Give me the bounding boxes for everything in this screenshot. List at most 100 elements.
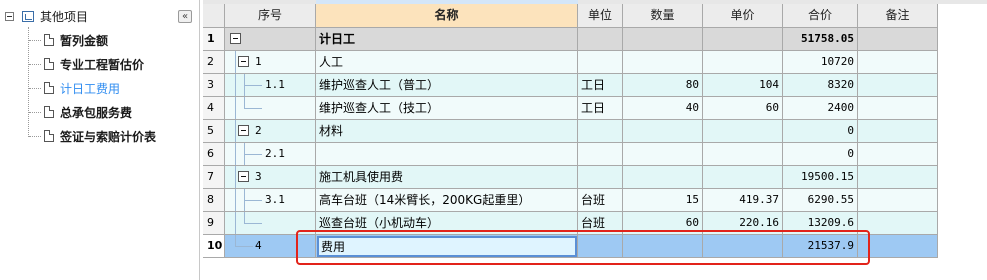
seq-cell[interactable] bbox=[225, 97, 316, 120]
total-cell[interactable]: 6290.55 bbox=[783, 189, 858, 212]
tree-item-provisional-sum[interactable]: 暂列金额 bbox=[44, 31, 108, 51]
unit-cell[interactable]: 工日 bbox=[578, 97, 623, 120]
remark-cell[interactable] bbox=[858, 166, 938, 189]
row-number-cell: 1 bbox=[203, 28, 225, 51]
row-number-cell-text: 1 bbox=[207, 32, 215, 45]
total-cell-text: 10720 bbox=[820, 55, 854, 68]
total-cell[interactable]: 2400 bbox=[783, 97, 858, 120]
remark-cell[interactable] bbox=[858, 120, 938, 143]
seq-cell[interactable]: 2 bbox=[225, 120, 316, 143]
collapse-row-icon[interactable] bbox=[238, 125, 249, 136]
unit-price-cell[interactable] bbox=[703, 143, 783, 166]
row-number-cell: 8 bbox=[203, 189, 225, 212]
document-icon bbox=[44, 82, 54, 94]
seq-cell[interactable]: 1.1 bbox=[225, 74, 316, 97]
seq-cell[interactable] bbox=[225, 28, 316, 51]
column-header-name[interactable]: 名称 bbox=[316, 4, 578, 28]
quantity-cell[interactable] bbox=[623, 28, 703, 51]
name-cell-text: 人工 bbox=[319, 55, 344, 69]
quantity-cell[interactable]: 40 bbox=[623, 97, 703, 120]
tree-item-specialty-estimate[interactable]: 专业工程暂估价 bbox=[44, 55, 144, 75]
unit-price-cell[interactable]: 104 bbox=[703, 74, 783, 97]
collapse-row-icon[interactable] bbox=[238, 171, 249, 182]
unit-price-cell[interactable] bbox=[703, 120, 783, 143]
column-header-unit[interactable]: 单位 bbox=[578, 4, 623, 28]
column-header-seq[interactable]: 序号 bbox=[225, 4, 316, 28]
quantity-cell-text: 80 bbox=[685, 78, 699, 91]
tree-connector bbox=[29, 64, 41, 65]
seq-cell[interactable]: 3 bbox=[225, 166, 316, 189]
total-cell[interactable]: 0 bbox=[783, 120, 858, 143]
unit-price-cell[interactable] bbox=[703, 51, 783, 74]
tree-connector bbox=[28, 27, 29, 137]
tree-item-daywork[interactable]: 计日工费用 bbox=[44, 79, 120, 99]
seq-cell[interactable]: 1 bbox=[225, 51, 316, 74]
row-number-cell: 3 bbox=[203, 74, 225, 97]
name-cell[interactable]: 计日工 bbox=[316, 28, 578, 51]
seq-cell[interactable]: 3.1 bbox=[225, 189, 316, 212]
row-number-cell-text: 5 bbox=[207, 124, 214, 137]
unit-cell[interactable] bbox=[578, 143, 623, 166]
unit-cell[interactable] bbox=[578, 120, 623, 143]
unit-cell[interactable] bbox=[578, 28, 623, 51]
name-cell[interactable]: 维护巡查人工（技工） bbox=[316, 97, 578, 120]
tree-connector bbox=[235, 97, 236, 119]
remark-cell[interactable] bbox=[858, 235, 938, 258]
remark-cell[interactable] bbox=[858, 212, 938, 235]
tree-connector bbox=[235, 246, 253, 247]
seq-cell[interactable]: 2.1 bbox=[225, 143, 316, 166]
column-header-remark[interactable]: 备注 bbox=[858, 4, 938, 28]
quantity-cell[interactable]: 80 bbox=[623, 74, 703, 97]
unit-cell[interactable] bbox=[578, 51, 623, 74]
total-cell[interactable]: 0 bbox=[783, 143, 858, 166]
seq-cell-text: 1 bbox=[255, 55, 262, 68]
quantity-cell[interactable] bbox=[623, 166, 703, 189]
remark-cell[interactable] bbox=[858, 74, 938, 97]
tree-connector bbox=[244, 154, 262, 155]
unit-price-cell[interactable]: 419.37 bbox=[703, 189, 783, 212]
unit-cell-text: 工日 bbox=[581, 101, 606, 115]
row-number-cell-text: 10 bbox=[207, 239, 223, 252]
tree-root-row[interactable]: 其他项目 bbox=[0, 7, 199, 27]
unit-cell[interactable]: 工日 bbox=[578, 74, 623, 97]
name-cell[interactable]: 施工机具使用费 bbox=[316, 166, 578, 189]
collapse-row-icon[interactable] bbox=[230, 33, 241, 44]
quantity-cell[interactable] bbox=[623, 143, 703, 166]
collapse-panel-button[interactable]: « bbox=[178, 10, 192, 23]
quantity-cell[interactable] bbox=[623, 120, 703, 143]
name-cell[interactable] bbox=[316, 143, 578, 166]
remark-cell[interactable] bbox=[858, 97, 938, 120]
total-cell[interactable]: 8320 bbox=[783, 74, 858, 97]
name-cell[interactable]: 人工 bbox=[316, 51, 578, 74]
remark-cell[interactable] bbox=[858, 51, 938, 74]
tree-item-label: 暂列金额 bbox=[60, 34, 109, 48]
remark-cell[interactable] bbox=[858, 189, 938, 212]
project-tree-panel: 其他项目 « 暂列金额 专业工程暂估价 计日工费用 总承包服务费 签证与索赔计价… bbox=[0, 0, 200, 280]
unit-price-cell-text: 104 bbox=[759, 78, 779, 91]
remark-cell[interactable] bbox=[858, 28, 938, 51]
name-cell[interactable]: 维护巡查人工（普工） bbox=[316, 74, 578, 97]
column-header-unit-price[interactable]: 单价 bbox=[703, 4, 783, 28]
tree-item-general-contract-fee[interactable]: 总承包服务费 bbox=[44, 103, 132, 123]
collapse-tree-icon[interactable] bbox=[5, 12, 14, 21]
total-cell[interactable]: 10720 bbox=[783, 51, 858, 74]
remark-cell[interactable] bbox=[858, 143, 938, 166]
unit-price-cell[interactable] bbox=[703, 166, 783, 189]
unit-cell[interactable]: 台班 bbox=[578, 189, 623, 212]
collapse-row-icon[interactable] bbox=[238, 56, 249, 67]
unit-cell[interactable] bbox=[578, 166, 623, 189]
quantity-cell[interactable] bbox=[623, 51, 703, 74]
seq-cell-text: 2 bbox=[255, 124, 262, 137]
total-cell[interactable]: 51758.05 bbox=[783, 28, 858, 51]
tree-connector bbox=[235, 51, 236, 73]
column-header-quantity[interactable]: 数量 bbox=[623, 4, 703, 28]
name-cell[interactable]: 高车台班（14米臂长，200KG起重里） bbox=[316, 189, 578, 212]
header-corner[interactable] bbox=[203, 4, 225, 28]
column-header-total[interactable]: 合价 bbox=[783, 4, 858, 28]
unit-price-cell[interactable]: 60 bbox=[703, 97, 783, 120]
tree-item-visa-claims[interactable]: 签证与索赔计价表 bbox=[44, 127, 156, 147]
quantity-cell[interactable]: 15 bbox=[623, 189, 703, 212]
name-cell[interactable]: 材料 bbox=[316, 120, 578, 143]
unit-price-cell[interactable] bbox=[703, 28, 783, 51]
total-cell[interactable]: 19500.15 bbox=[783, 166, 858, 189]
